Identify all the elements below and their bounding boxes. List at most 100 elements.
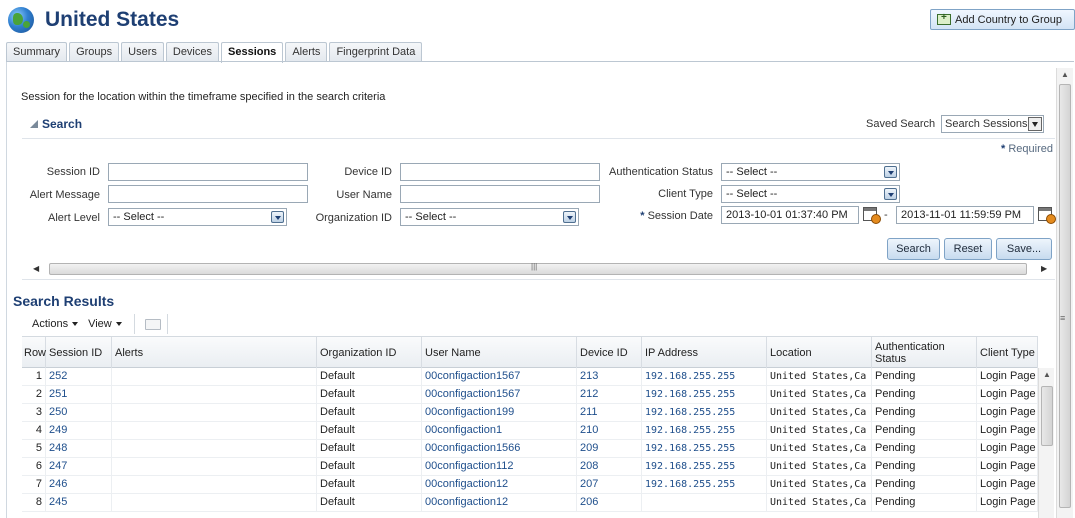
column-header-user-name[interactable]: User Name [422, 337, 577, 368]
reset-button[interactable]: Reset [944, 238, 992, 260]
ip-address-link[interactable]: 192.168.255.255 [642, 440, 767, 458]
ip-address-link[interactable]: 192.168.255.255 [642, 404, 767, 422]
client-type-select[interactable]: -- Select -- [721, 185, 900, 203]
table-row[interactable]: 5 248 Default 00configaction1566 209 192.168.… [22, 440, 1038, 458]
user-name-link[interactable]: 00configaction112 [422, 458, 577, 476]
chevron-down-icon[interactable] [563, 211, 576, 223]
table-row[interactable]: 1 252 Default 00configaction1567 213 192.168.… [22, 368, 1038, 386]
column-header-ip-address[interactable]: IP Address [642, 337, 767, 368]
user-name-input[interactable] [400, 185, 600, 203]
table-row[interactable]: 2 251 Default 00configaction1567 212 192.168.… [22, 386, 1038, 404]
results-scrollbar-thumb[interactable] [1041, 386, 1053, 446]
session-id-link[interactable]: 246 [46, 476, 112, 494]
session-date-to-input[interactable]: 2013-11-01 11:59:59 PM [896, 206, 1034, 224]
device-id-link[interactable]: 211 [577, 404, 642, 422]
collapse-triangle-icon[interactable] [30, 120, 38, 128]
ip-address-link[interactable]: 192.168.255.255 [642, 458, 767, 476]
session-id-link[interactable]: 248 [46, 440, 112, 458]
tab-users[interactable]: Users [121, 42, 164, 62]
organization-id-select[interactable]: -- Select -- [400, 208, 579, 226]
table-row[interactable]: 4 249 Default 00configaction1 210 192.168.255… [22, 422, 1038, 440]
save-button[interactable]: Save... [996, 238, 1052, 260]
auth-status-select[interactable]: -- Select -- [721, 163, 900, 181]
tab-devices[interactable]: Devices [165, 42, 219, 62]
actions-menu[interactable]: Actions [32, 318, 79, 330]
column-header-authentication-status[interactable]: Authentication Status [872, 337, 977, 368]
alert-message-input[interactable] [108, 185, 308, 203]
scroll-grip-icon: ||| [531, 262, 538, 271]
device-id-link[interactable]: 208 [577, 458, 642, 476]
device-id-link[interactable]: 210 [577, 422, 642, 440]
alert-level-select[interactable]: -- Select -- [108, 208, 287, 226]
toolbar-separator [133, 314, 135, 334]
chevron-down-icon[interactable] [884, 188, 897, 200]
add-country-to-group-button[interactable]: Add Country to Group [930, 9, 1075, 30]
device-id-link[interactable]: 209 [577, 440, 642, 458]
table-row[interactable]: 3 250 Default 00configaction199 211 192.168.2… [22, 404, 1038, 422]
tab-fingerprint-data[interactable]: Fingerprint Data [329, 42, 423, 62]
device-id-link[interactable]: 206 [577, 494, 642, 512]
horizontal-scrollbar-thumb[interactable] [49, 263, 1027, 275]
session-id-link[interactable]: 250 [46, 404, 112, 422]
ip-address-link[interactable]: 192.168.255.255 [642, 386, 767, 404]
user-name-link[interactable]: 00configaction1566 [422, 440, 577, 458]
search-button[interactable]: Search [887, 238, 940, 260]
chevron-down-icon[interactable] [1028, 117, 1042, 131]
tab-groups[interactable]: Groups [69, 42, 120, 62]
client-type-cell: Login Page [977, 422, 1038, 440]
column-header-alerts[interactable]: Alerts [112, 337, 317, 368]
calendar-icon[interactable] [1038, 207, 1056, 224]
search-horizontal-scrollbar[interactable]: ◀ ||| ▶ [33, 262, 1053, 276]
alert-level-label: Alert Level [48, 212, 100, 224]
search-section-header[interactable]: Search [30, 117, 82, 131]
user-name-link[interactable]: 00configaction1567 [422, 386, 577, 404]
results-scrollbar[interactable]: ▲ [1038, 368, 1054, 518]
tab-sessions[interactable]: Sessions [221, 42, 284, 63]
column-header-client-type[interactable]: Client Type [977, 337, 1038, 368]
session-id-link[interactable]: 252 [46, 368, 112, 386]
tab-alerts[interactable]: Alerts [285, 42, 328, 62]
ip-address-link[interactable] [642, 494, 767, 512]
user-name-link[interactable]: 00configaction199 [422, 404, 577, 422]
chevron-down-icon[interactable] [271, 211, 284, 223]
scroll-right-icon[interactable]: ▶ [1041, 262, 1053, 276]
tab-summary[interactable]: Summary [6, 42, 68, 62]
chevron-down-icon[interactable] [884, 166, 897, 178]
session-id-link[interactable]: 249 [46, 422, 112, 440]
column-header-organization-id[interactable]: Organization ID [317, 337, 422, 368]
page-description: Session for the location within the time… [21, 91, 386, 103]
scroll-up-icon[interactable]: ▲ [1039, 370, 1055, 379]
scroll-left-icon[interactable]: ◀ [33, 262, 45, 276]
ip-address-link[interactable]: 192.168.255.255 [642, 422, 767, 440]
table-row[interactable]: 6 247 Default 00configaction112 208 192.168.2… [22, 458, 1038, 476]
ip-address-link[interactable]: 192.168.255.255 [642, 368, 767, 386]
column-header-session-id[interactable]: Session ID [46, 337, 112, 368]
device-id-link[interactable]: 212 [577, 386, 642, 404]
session-id-input[interactable] [108, 163, 308, 181]
device-id-link[interactable]: 213 [577, 368, 642, 386]
folder-icon[interactable] [144, 318, 161, 330]
view-menu[interactable]: View [88, 318, 122, 330]
page-scrollbar-thumb[interactable] [1059, 84, 1071, 508]
table-row[interactable]: 8 245 Default 00configaction12 206 United Sta… [22, 494, 1038, 512]
saved-search-select[interactable]: Search Sessions [941, 115, 1044, 133]
page-scrollbar[interactable]: ▲ ≡ [1056, 68, 1073, 518]
device-id-input[interactable] [400, 163, 600, 181]
session-id-link[interactable]: 247 [46, 458, 112, 476]
scroll-up-icon[interactable]: ▲ [1057, 68, 1073, 82]
alerts-cell [112, 440, 317, 458]
ip-address-link[interactable]: 192.168.255.255 [642, 476, 767, 494]
user-name-link[interactable]: 00configaction12 [422, 494, 577, 512]
column-header-row[interactable]: Row [22, 337, 46, 368]
session-date-from-input[interactable]: 2013-10-01 01:37:40 PM [721, 206, 859, 224]
session-id-link[interactable]: 245 [46, 494, 112, 512]
session-id-link[interactable]: 251 [46, 386, 112, 404]
calendar-icon[interactable] [863, 207, 881, 224]
column-header-location[interactable]: Location [767, 337, 872, 368]
table-row[interactable]: 7 246 Default 00configaction12 207 192.168.25… [22, 476, 1038, 494]
column-header-device-id[interactable]: Device ID [577, 337, 642, 368]
user-name-link[interactable]: 00configaction1567 [422, 368, 577, 386]
user-name-link[interactable]: 00configaction12 [422, 476, 577, 494]
user-name-link[interactable]: 00configaction1 [422, 422, 577, 440]
device-id-link[interactable]: 207 [577, 476, 642, 494]
